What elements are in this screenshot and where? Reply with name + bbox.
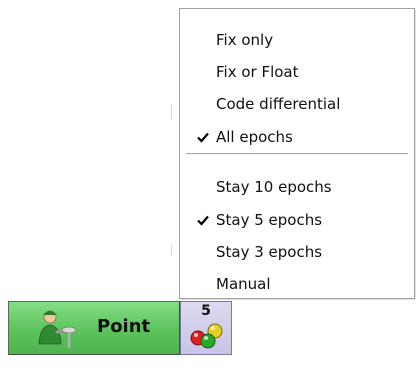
status-count: 5: [201, 303, 211, 319]
menu-item-stay-5-epochs[interactable]: Stay 5 epochs: [180, 205, 414, 235]
menu-item-label: Stay 10 epochs: [216, 178, 332, 196]
checkmark-icon: [196, 205, 210, 235]
satellite-status-button[interactable]: 5: [180, 301, 232, 355]
menu-item-label: All epochs: [216, 128, 293, 146]
epoch-filter-menu: Fix only Fix or Float Code differential …: [179, 8, 415, 299]
menu-item-code-differential[interactable]: Code differential: [180, 89, 414, 119]
menu-item-fix-only[interactable]: Fix only: [180, 25, 414, 55]
menu-item-stay-10-epochs[interactable]: Stay 10 epochs: [180, 172, 414, 202]
bottom-toolbar: Point 5: [0, 300, 417, 372]
traffic-balls-icon: [189, 321, 225, 353]
menu-item-label: Stay 3 epochs: [216, 243, 323, 261]
point-button[interactable]: Point: [8, 301, 180, 355]
menu-item-label: Manual: [216, 275, 271, 293]
point-button-label: Point: [97, 316, 151, 337]
background-tick: [171, 245, 172, 255]
menu-item-stay-3-epochs[interactable]: Stay 3 epochs: [180, 237, 414, 267]
menu-item-label: Fix only: [216, 31, 274, 49]
background-tick: [171, 105, 172, 119]
menu-separator: [186, 153, 408, 155]
menu-item-label: Code differential: [216, 95, 341, 113]
menu-item-manual[interactable]: Manual: [180, 269, 414, 299]
menu-item-label: Fix or Float: [216, 63, 299, 81]
checkmark-icon: [196, 122, 210, 152]
menu-item-label: Stay 5 epochs: [216, 211, 323, 229]
menu-item-fix-or-float[interactable]: Fix or Float: [180, 57, 414, 87]
menu-item-all-epochs[interactable]: All epochs: [180, 122, 414, 152]
surveyor-icon: [35, 308, 79, 354]
